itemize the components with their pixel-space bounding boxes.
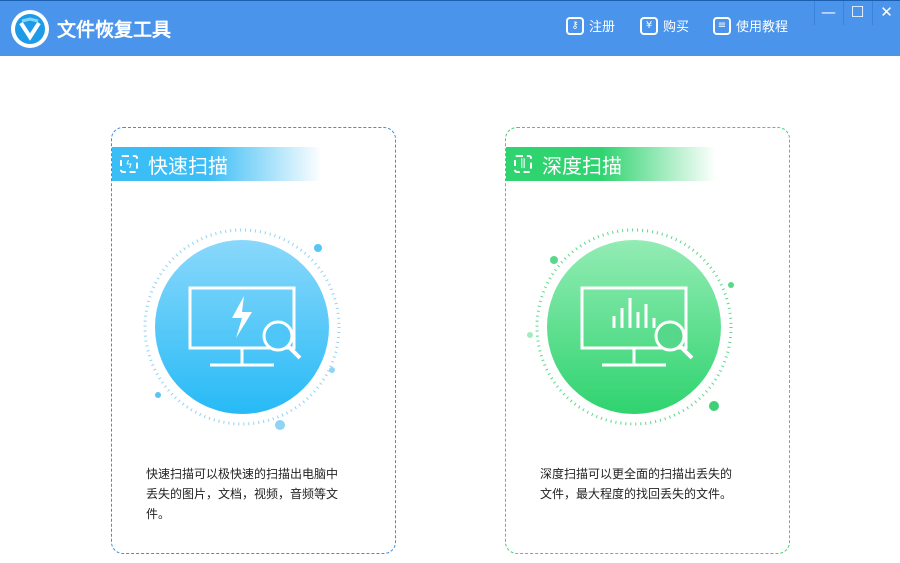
- document-icon: ≡: [713, 16, 731, 35]
- desc-line: 件。: [146, 507, 171, 521]
- minimize-button[interactable]: —: [814, 1, 842, 25]
- tutorial-label: 使用教程: [736, 20, 789, 35]
- close-button[interactable]: ✕: [872, 1, 900, 25]
- deep-scan-title: 深度扫描: [542, 153, 622, 178]
- quick-scan-card[interactable]: ϟ 快速扫描 快速扫描可以极快速的扫描出电脑中 丢失的图片，文档，视频，音频等文 …: [111, 127, 396, 554]
- deep-scan-illustration: [527, 228, 734, 426]
- desc-line: 丢失的图片，文档，视频，音频等文: [146, 487, 339, 501]
- yen-icon: ¥: [640, 16, 658, 35]
- deep-scan-description: 深度扫描可以更全面的扫描出丢失的 文件，最大程度的找回丢失的文件。: [540, 464, 770, 504]
- app-title: 文件恢复工具: [57, 19, 172, 41]
- desc-line: 快速扫描可以极快速的扫描出电脑中: [146, 467, 339, 481]
- quick-scan-description: 快速扫描可以极快速的扫描出电脑中 丢失的图片，文档，视频，音频等文 件。: [146, 464, 376, 524]
- deep-scan-card[interactable]: ⫼ 深度扫描 深度扫描可以更全面的扫描出丢失的 文件，最大程度的找回丢失的文件。: [505, 127, 790, 554]
- maximize-button[interactable]: ☐: [843, 1, 871, 25]
- tutorial-button[interactable]: ≡ 使用教程: [713, 16, 788, 35]
- desc-line: 深度扫描可以更全面的扫描出丢失的: [540, 467, 733, 481]
- quick-scan-illustration: [143, 228, 341, 430]
- key-icon: ⚷: [566, 16, 584, 35]
- bar-chart-icon: ⫼: [514, 155, 532, 173]
- desc-line: 文件，最大程度的找回丢失的文件。: [540, 487, 733, 501]
- register-button[interactable]: ⚷ 注册: [566, 16, 615, 35]
- deep-scan-header: ⫼ 深度扫描: [506, 147, 716, 181]
- app-logo: [11, 10, 49, 48]
- quick-scan-header: ϟ 快速扫描: [112, 147, 322, 181]
- buy-button[interactable]: ¥ 购买: [640, 16, 689, 35]
- buy-label: 购买: [663, 20, 690, 35]
- lightning-icon: ϟ: [120, 155, 138, 173]
- quick-scan-title: 快速扫描: [148, 153, 228, 178]
- register-label: 注册: [589, 20, 616, 35]
- title-bar: 文件恢复工具 ⚷ 注册 ¥ 购买 ≡ 使用教程 — ☐ ✕: [0, 0, 900, 56]
